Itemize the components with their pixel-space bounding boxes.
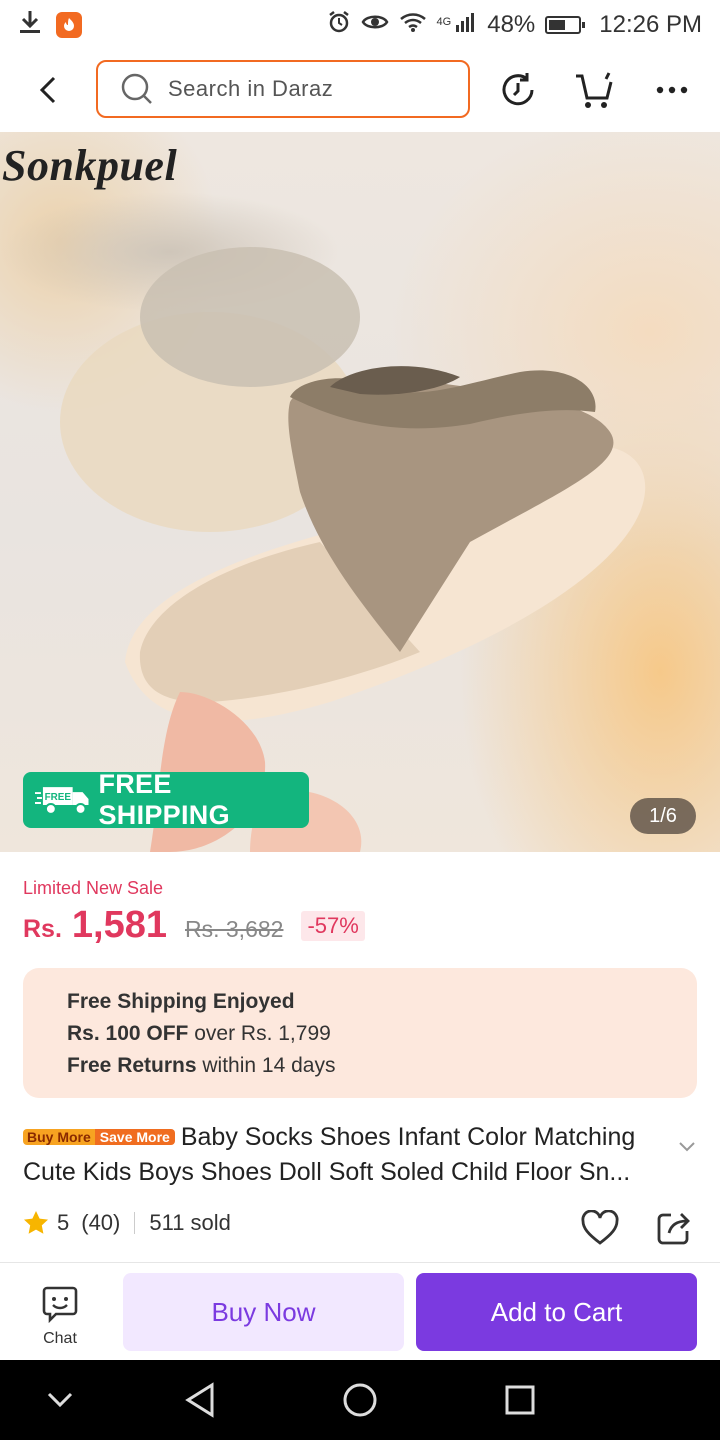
download-icon: [18, 9, 42, 42]
sold-count: 511 sold: [149, 1210, 231, 1235]
benefits-panel[interactable]: Free Shipping Enjoyed Rs. 100 OFF over R…: [23, 968, 697, 1098]
chevron-down-icon: [47, 1392, 73, 1408]
product-photo: [60, 247, 646, 852]
review-count: (40): [81, 1210, 121, 1235]
back-icon: [39, 76, 56, 104]
battery-fill: [549, 20, 565, 30]
rating-row[interactable]: 5 (40) 511 sold: [23, 1210, 231, 1236]
wishlist-button[interactable]: [578, 1206, 622, 1250]
star-icon: [24, 1211, 48, 1234]
system-navigation-bar: [0, 1360, 720, 1440]
original-price: Rs. 3,682: [185, 916, 284, 942]
rating-value: 5: [57, 1210, 70, 1235]
battery-icon: [545, 16, 586, 34]
product-image-carousel[interactable]: Sonkpuel FREE FREE SHIPPING 1/6: [0, 132, 720, 852]
current-price: 1,581: [71, 904, 167, 946]
buy-now-button[interactable]: Buy Now: [123, 1273, 404, 1351]
benefit-free-returns: Free Returns within 14 days: [67, 1054, 336, 1077]
brand-watermark: Sonkpuel: [2, 141, 178, 190]
expand-title-button[interactable]: [678, 1140, 696, 1158]
history-button[interactable]: [496, 68, 540, 112]
free-shipping-badge: FREE FREE SHIPPING: [23, 769, 309, 830]
cart-button[interactable]: [572, 68, 616, 112]
search-input[interactable]: Search in Daraz: [96, 60, 470, 118]
top-header: Search in Daraz: [0, 52, 720, 130]
nav-home-button[interactable]: [340, 1380, 380, 1420]
nav-back-button[interactable]: [180, 1380, 220, 1420]
benefit-discount: Rs. 100 OFF over Rs. 1,799: [67, 1022, 331, 1045]
product-title: Buy More Save More Baby Socks Shoes Infant…: [23, 1120, 663, 1190]
status-bar: 4G 48% 12:26 PM: [0, 0, 720, 50]
square-recents-icon: [505, 1385, 535, 1415]
price-row: Rs. 1,581 Rs. 3,682 -57%: [23, 904, 365, 947]
free-badge-word: FREE: [45, 792, 72, 803]
benefit-free-shipping: Free Shipping Enjoyed: [67, 990, 295, 1013]
nav-recents-button[interactable]: [500, 1380, 540, 1420]
alarm-icon: [327, 10, 351, 41]
more-icon: [656, 86, 688, 94]
cart-icon: [576, 72, 613, 108]
signal-icon: [455, 11, 477, 40]
back-button[interactable]: [30, 70, 66, 110]
nav-hide-button[interactable]: [40, 1380, 80, 1420]
chat-button[interactable]: Chat: [30, 1285, 90, 1348]
circle-home-icon: [343, 1383, 377, 1417]
clock: 12:26 PM: [599, 11, 702, 38]
wifi-icon: [399, 11, 427, 40]
share-button[interactable]: [652, 1206, 696, 1250]
free-shipping-label: FREE SHIPPING: [98, 769, 230, 830]
chat-icon: [42, 1286, 78, 1324]
battery-percent: 48%: [487, 11, 536, 38]
eye-icon: [361, 11, 389, 40]
divider: [134, 1212, 136, 1234]
chevron-down-icon: [679, 1142, 695, 1152]
delivery-truck-icon: FREE: [35, 787, 89, 815]
image-counter: 1/6: [630, 798, 696, 834]
history-icon: [502, 73, 534, 106]
triangle-back-icon: [185, 1382, 214, 1418]
sale-label: Limited New Sale: [23, 878, 164, 898]
search-icon: [121, 73, 152, 104]
daraz-app-icon: [56, 12, 82, 38]
heart-icon: [581, 1210, 619, 1245]
chat-label: Chat: [43, 1330, 77, 1347]
price-currency: Rs.: [23, 915, 62, 943]
bottom-action-bar: Chat Buy Now Add to Cart: [0, 1262, 720, 1360]
share-icon: [657, 1213, 690, 1245]
discount-badge: -57%: [301, 910, 365, 941]
add-to-cart-button[interactable]: Add to Cart: [416, 1273, 697, 1351]
network-type-label: 4G: [436, 15, 452, 28]
promo-tag: Buy More Save More: [23, 1124, 175, 1150]
more-options-button[interactable]: [650, 68, 694, 112]
search-placeholder: Search in Daraz: [168, 76, 334, 101]
